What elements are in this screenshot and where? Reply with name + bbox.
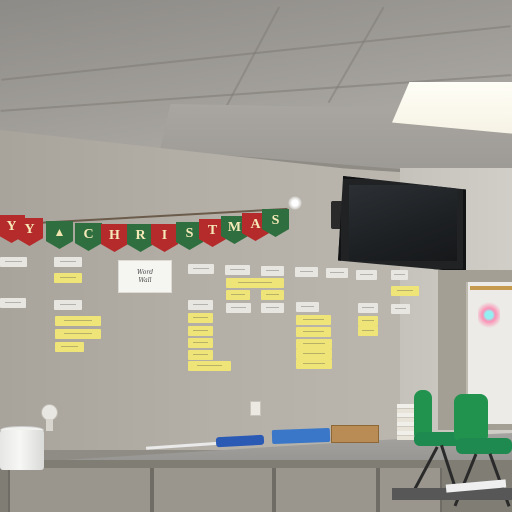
cabinet-door — [8, 468, 152, 512]
word-card — [326, 268, 348, 278]
word-card — [356, 270, 377, 280]
word-card — [0, 257, 27, 267]
green-chair-back — [414, 390, 432, 438]
word-wall-sign-line: Wall — [138, 276, 152, 284]
wall-speaker-mount — [46, 419, 53, 431]
ceiling-grid-line — [1, 25, 511, 81]
word-card — [54, 257, 82, 267]
classroom-photo: Y Y ▲ C H R I S T M A S Word Wall — [0, 0, 512, 512]
word-wall-sign-line: Word — [136, 268, 154, 276]
word-card — [391, 286, 419, 296]
green-chair-back — [454, 394, 488, 440]
word-card — [55, 316, 101, 326]
word-card — [296, 315, 331, 325]
word-card — [261, 290, 284, 300]
ceiling-grid-line — [327, 6, 385, 104]
word-card — [391, 304, 410, 314]
word-card — [295, 267, 318, 277]
word-card — [358, 326, 378, 336]
word-card — [296, 302, 319, 312]
word-card — [188, 264, 214, 274]
word-card — [296, 339, 332, 349]
blue-container — [271, 427, 331, 445]
word-card — [226, 290, 250, 300]
word-card — [225, 265, 250, 275]
lower-cabinets — [0, 460, 512, 512]
word-card — [55, 329, 101, 339]
word-card — [188, 326, 213, 336]
word-card — [226, 278, 284, 288]
tree-icon: ▲ — [53, 225, 66, 239]
word-card — [261, 303, 284, 313]
paper-roll — [0, 430, 44, 470]
word-card — [0, 298, 26, 308]
cabinet-door — [152, 468, 274, 512]
word-card — [54, 273, 82, 283]
word-card — [358, 303, 378, 313]
back-wall — [0, 130, 440, 450]
tv-screen — [349, 185, 457, 261]
word-card — [188, 338, 213, 348]
word-card — [54, 300, 82, 310]
word-card — [358, 316, 378, 326]
wall-mounted-tv — [338, 176, 466, 272]
word-card — [188, 350, 213, 360]
word-card — [261, 266, 284, 276]
word-card — [55, 342, 84, 352]
power-outlet — [250, 401, 261, 416]
snowflake-ornament — [288, 196, 302, 210]
word-card — [188, 300, 213, 310]
ceiling-grid-line — [221, 6, 281, 114]
board-rail — [470, 286, 512, 290]
green-chair-seat — [456, 438, 512, 454]
colorful-decoration — [478, 300, 500, 330]
word-wall-sign: Word Wall — [118, 260, 172, 293]
word-card — [296, 359, 332, 369]
word-card — [296, 327, 331, 337]
word-card — [296, 349, 332, 359]
cabinet-door — [274, 468, 378, 512]
word-card — [188, 361, 231, 371]
word-card — [391, 270, 408, 280]
word-card — [226, 303, 251, 313]
word-card — [188, 313, 213, 323]
cardboard-box — [331, 425, 379, 443]
